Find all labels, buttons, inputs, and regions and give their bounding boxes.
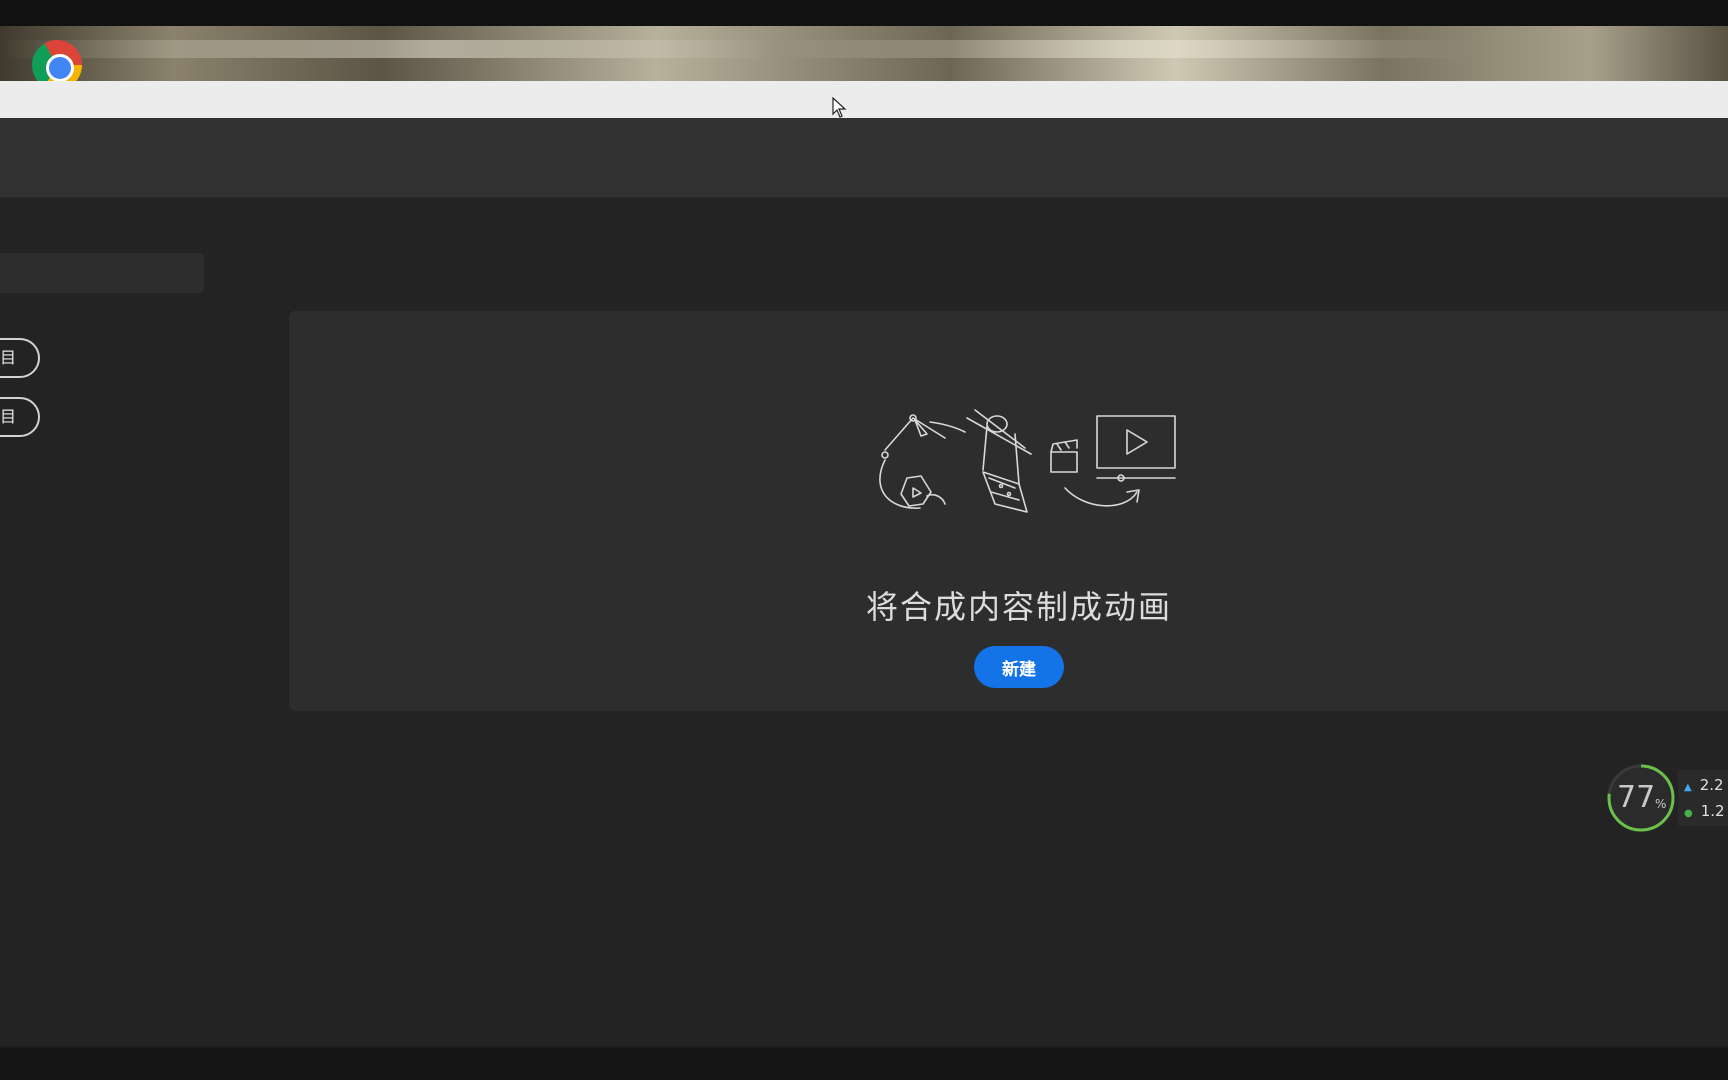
empty-state-title: 将合成内容制成动画 xyxy=(865,588,1172,626)
speed-panel: ▲ 2.2 ● 1.2 xyxy=(1678,770,1728,826)
upload-row: ▲ 2.2 xyxy=(1684,776,1724,794)
animation-illustration-icon xyxy=(879,409,1176,513)
app-header xyxy=(0,118,1728,198)
network-speed-widget[interactable]: 77 % ▲ 2.2 ● 1.2 xyxy=(1605,762,1728,834)
download-dot-icon: ● xyxy=(1684,808,1693,819)
taskbar xyxy=(0,1048,1728,1080)
sidebar-project-button-2[interactable]: 项目 xyxy=(0,397,40,437)
gauge-percent-sign: % xyxy=(1655,797,1667,811)
download-value: 1.2 xyxy=(1700,802,1725,820)
desktop-wallpaper-strip xyxy=(0,26,1728,81)
upload-arrow-icon: ▲ xyxy=(1684,782,1692,793)
search-input[interactable] xyxy=(0,253,204,293)
gauge-percent: 77 xyxy=(1617,780,1656,815)
top-black-bar xyxy=(0,0,1728,26)
download-row: ● 1.2 xyxy=(1684,802,1725,820)
new-button[interactable]: 新建 xyxy=(974,646,1064,688)
sidebar-project-button-1[interactable]: 项目 xyxy=(0,338,40,378)
upload-value: 2.2 xyxy=(1699,776,1724,794)
browser-tab-bar xyxy=(0,81,1728,118)
